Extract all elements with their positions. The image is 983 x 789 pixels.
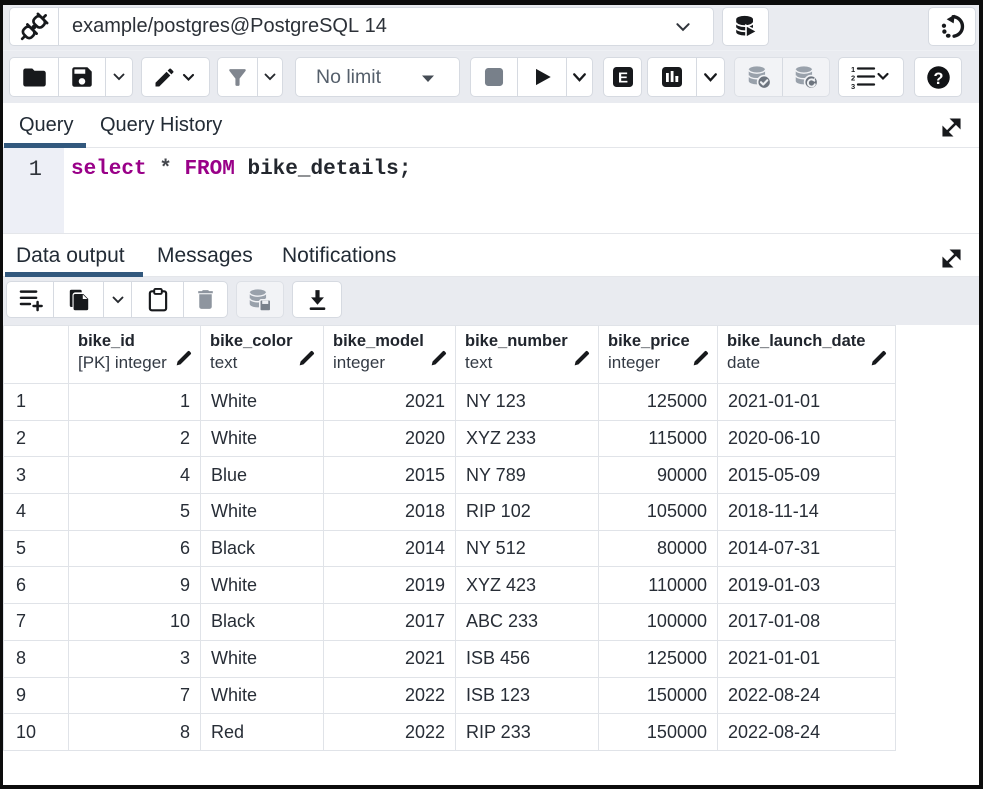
svg-text:E: E — [617, 70, 627, 87]
svg-text:?: ? — [933, 69, 943, 87]
svg-text:3: 3 — [851, 82, 855, 90]
